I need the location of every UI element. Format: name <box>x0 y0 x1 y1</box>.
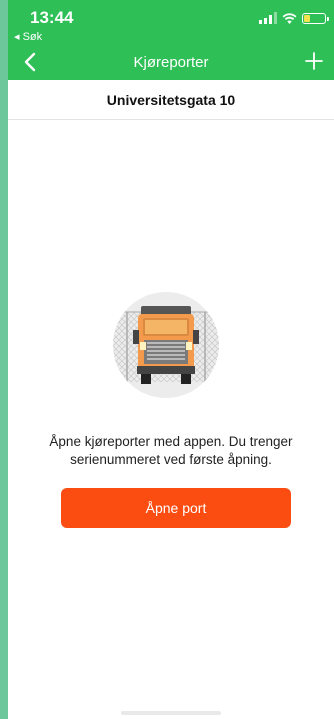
wifi-icon <box>282 12 297 24</box>
location-header: Universitetsgata 10 <box>8 80 334 120</box>
status-time: 13:44 <box>30 8 74 27</box>
home-indicator[interactable] <box>121 711 221 715</box>
status-icons <box>259 12 329 24</box>
app-screen: 13:44 ◂ Søk Kjøreporter Universitetsgata <box>8 0 334 719</box>
plus-icon[interactable] <box>302 49 326 73</box>
battery-icon <box>302 12 329 24</box>
status-bar: 13:44 ◂ Søk <box>8 0 334 44</box>
truck-gate-icon <box>113 292 219 398</box>
open-port-button[interactable]: Åpne port <box>61 488 291 528</box>
empty-state-message: Åpne kjøreporter med appen. Du trenger s… <box>49 434 293 467</box>
page-title: Kjøreporter <box>133 54 209 71</box>
signal-icon <box>259 12 277 24</box>
navigation-bar: Kjøreporter <box>8 44 334 80</box>
back-to-app-link[interactable]: ◂ Søk <box>14 30 42 43</box>
